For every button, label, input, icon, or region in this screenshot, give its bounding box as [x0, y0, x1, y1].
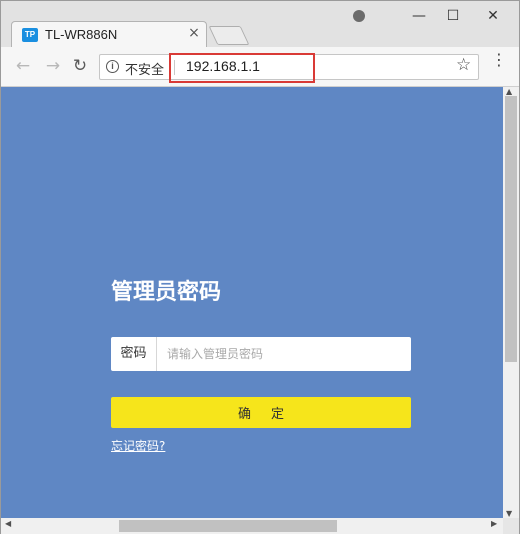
scroll-down-icon[interactable]: ▼: [506, 509, 512, 518]
browser-menu-icon[interactable]: ⋮: [491, 52, 507, 68]
page-title: 管理员密码: [111, 280, 222, 305]
vertical-scrollbar[interactable]: ▲ ▼: [503, 87, 519, 518]
tab-strip: TP TL-WR886N × — ☐ ✕: [1, 1, 519, 48]
tab-title: TL-WR886N: [45, 27, 118, 42]
tp-link-favicon-icon: TP: [22, 28, 38, 42]
back-arrow-icon[interactable]: ←: [12, 55, 34, 77]
confirm-button[interactable]: 确定: [111, 397, 411, 428]
reload-icon[interactable]: ↻: [69, 55, 91, 77]
security-status[interactable]: 不安全: [125, 59, 164, 78]
scrollbar-corner: [503, 518, 519, 534]
maximize-icon[interactable]: ☐: [433, 1, 473, 31]
info-icon[interactable]: i: [106, 60, 119, 73]
forgot-password-link[interactable]: 忘记密码?: [111, 437, 165, 454]
bookmark-star-icon[interactable]: ☆: [456, 55, 471, 75]
url-highlight-box: [169, 53, 315, 83]
profile-avatar-icon[interactable]: [339, 1, 379, 31]
new-tab-button[interactable]: [208, 26, 250, 45]
browser-window: TP TL-WR886N × — ☐ ✕ ← → ↻ i 不安全 192.168…: [0, 0, 520, 534]
horizontal-scroll-thumb[interactable]: [119, 520, 337, 532]
tab-router-login[interactable]: TP TL-WR886N ×: [11, 21, 207, 48]
router-login-page: 管理员密码 密码 确定 忘记密码?: [1, 87, 503, 518]
vertical-scroll-thumb[interactable]: [505, 96, 517, 362]
password-label: 密码: [111, 337, 157, 371]
password-input[interactable]: [158, 337, 408, 371]
horizontal-scrollbar[interactable]: ◀ ▶: [1, 518, 503, 534]
forward-arrow-icon[interactable]: →: [42, 55, 64, 77]
scroll-up-icon[interactable]: ▲: [506, 87, 512, 96]
scroll-left-icon[interactable]: ◀: [5, 519, 11, 528]
tab-close-icon[interactable]: ×: [186, 25, 202, 41]
window-close-icon[interactable]: ✕: [473, 1, 513, 31]
password-form-row: 密码: [111, 337, 411, 371]
scroll-right-icon[interactable]: ▶: [491, 519, 497, 528]
